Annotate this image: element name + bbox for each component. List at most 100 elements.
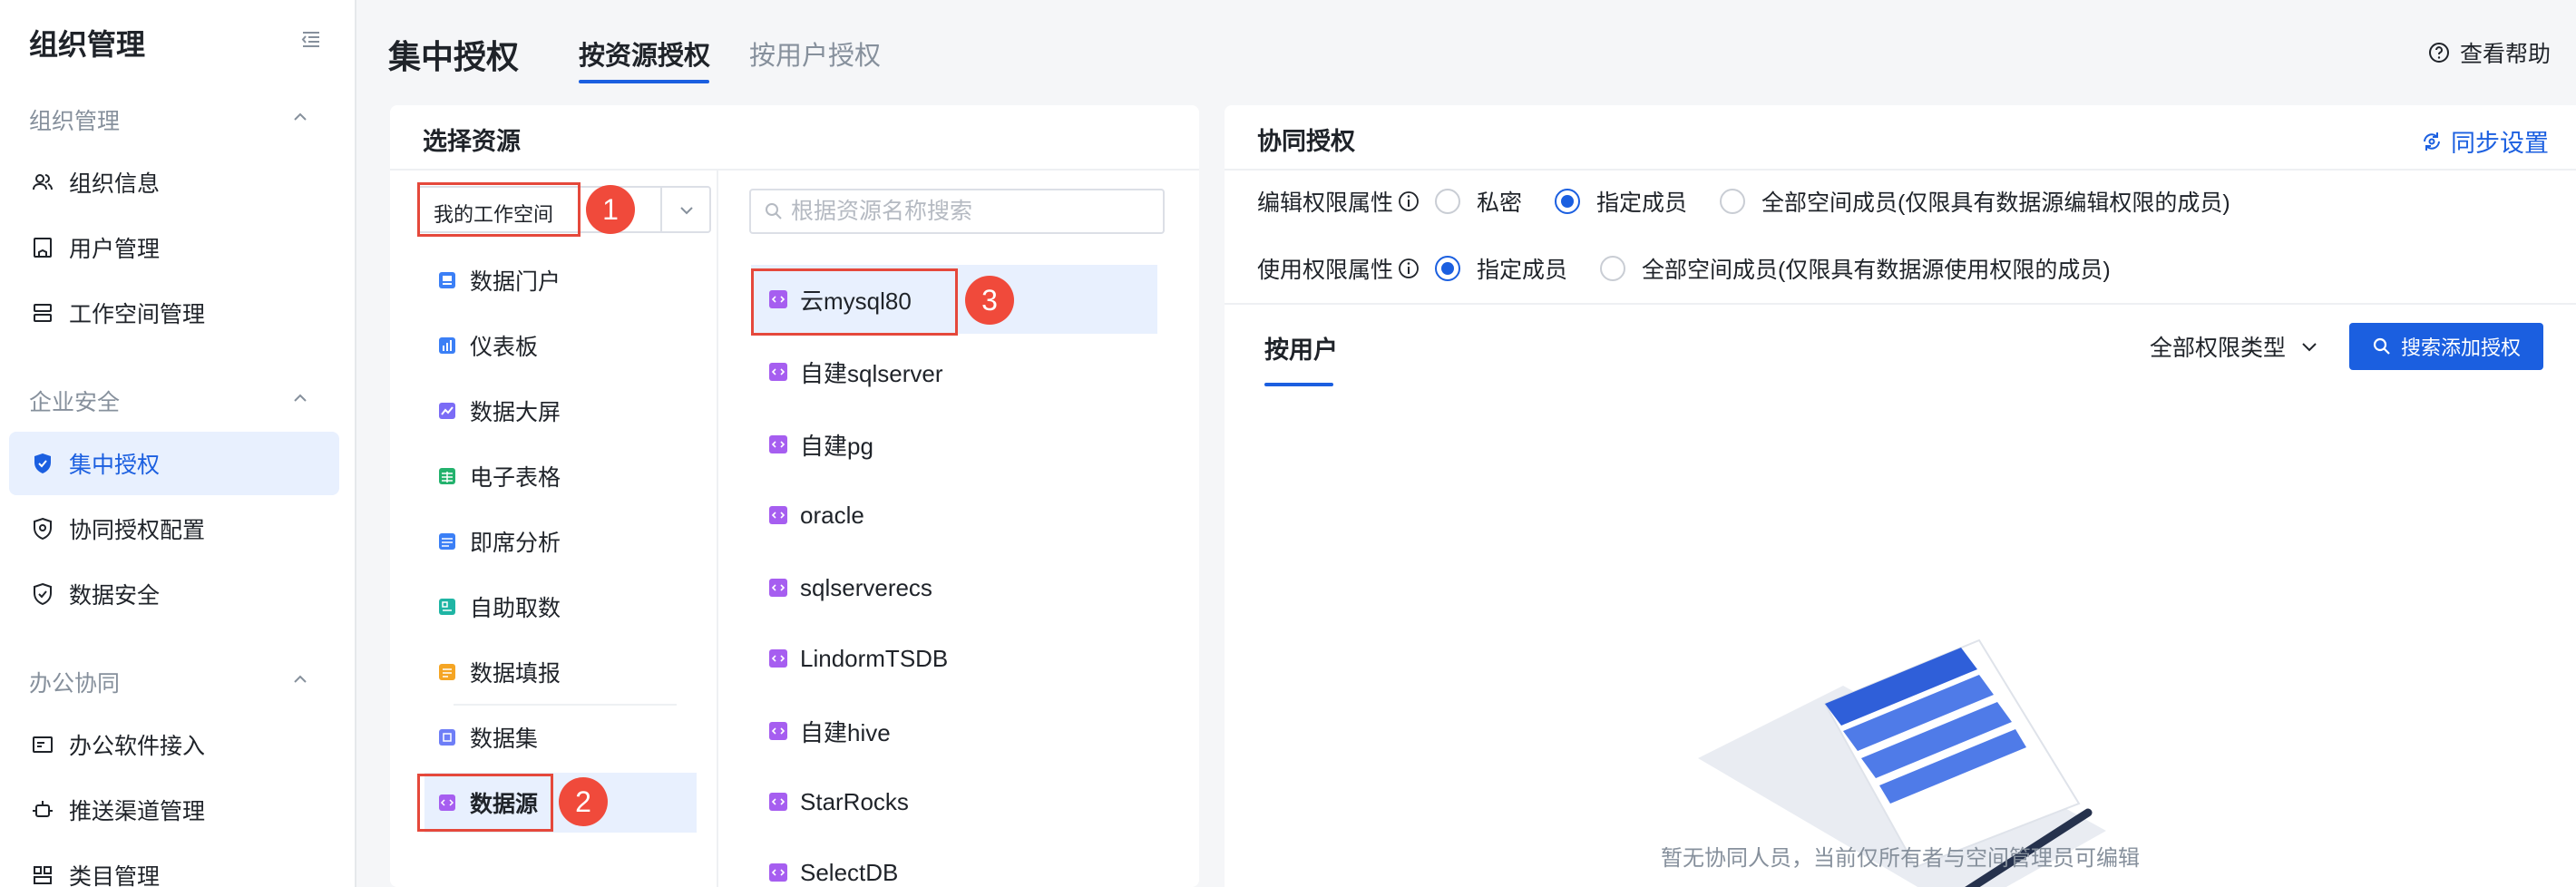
sidebar-item-collab-auth-config[interactable]: 协同授权配置 (9, 497, 339, 560)
datasource-item[interactable]: LindormTSDB (751, 624, 1157, 693)
page-title: 集中授权 (388, 38, 520, 75)
shield-icon (31, 582, 54, 606)
permission-type-select[interactable]: 全部权限类型 (2150, 330, 2320, 363)
radio-button-selected[interactable] (1435, 256, 1461, 281)
search-add-auth-button[interactable]: 搜索添加授权 (2349, 323, 2543, 370)
divider (660, 188, 662, 231)
resource-type-data-fill[interactable]: 数据填报 (424, 642, 697, 702)
datasource-label: StarRocks (800, 787, 909, 815)
resource-type-dashboard[interactable]: 仪表板 (424, 316, 697, 375)
datasource-item[interactable]: sqlserverecs (751, 553, 1157, 622)
divider (454, 704, 677, 706)
resource-panel-title: 选择资源 (423, 128, 521, 155)
push-icon (31, 798, 54, 822)
use-option-specified[interactable]: 指定成员 (1435, 252, 1567, 285)
sidebar-group-org[interactable]: 组织管理 (29, 103, 120, 136)
radio-button-selected[interactable] (1555, 189, 1581, 214)
sidebar-group-security[interactable]: 企业安全 (29, 385, 120, 417)
edit-permission-label: 编辑权限属性 (1257, 185, 1435, 218)
datasource-label: 自建pg (800, 432, 873, 460)
resource-search-input[interactable] (791, 198, 1136, 225)
sidebar-item-label: 数据安全 (69, 583, 161, 609)
use-permission-label: 使用权限属性 (1257, 252, 1435, 285)
datasource-icon (769, 793, 787, 811)
users-icon (31, 171, 54, 194)
datasource-item[interactable]: 自建hive (751, 697, 1157, 765)
info-icon[interactable] (1397, 257, 1420, 280)
sidebar-item-label: 推送渠道管理 (69, 799, 206, 824)
resource-type-self-service[interactable]: 自助取数 (424, 577, 697, 637)
sidebar-title: 组织管理 (29, 28, 146, 61)
portal-icon (439, 272, 455, 288)
radio-button[interactable] (1600, 256, 1626, 281)
datasource-item[interactable]: StarRocks (751, 767, 1157, 836)
sidebar-item-user-mgmt[interactable]: 用户管理 (9, 216, 339, 279)
sidebar-item-label: 集中授权 (69, 453, 161, 478)
resource-type-portal[interactable]: 数据门户 (424, 250, 697, 310)
chevron-up-icon[interactable] (290, 669, 310, 689)
question-circle-icon (2429, 43, 2449, 63)
datasource-item[interactable]: 自建pg (751, 410, 1157, 479)
resource-type-label: 数据集 (470, 726, 539, 752)
edit-option-private[interactable]: 私密 (1435, 185, 1522, 218)
plug-icon (31, 733, 54, 756)
shield-check-icon (31, 452, 54, 475)
datasource-icon (769, 579, 787, 597)
sidebar-item-push-channel[interactable]: 推送渠道管理 (9, 778, 339, 842)
divider (390, 169, 1199, 171)
sync-settings-link[interactable]: 同步设置 (2420, 123, 2549, 159)
sidebar-item-label: 协同授权配置 (69, 518, 206, 543)
collapse-menu-icon[interactable] (301, 29, 321, 49)
divider (717, 171, 718, 887)
tab-by-user[interactable]: 按用户授权 (749, 34, 881, 73)
sidebar-item-label: 用户管理 (69, 237, 161, 262)
datasource-item[interactable]: SelectDB (751, 838, 1157, 887)
tab-by-resource[interactable]: 按资源授权 (579, 34, 710, 73)
resource-type-label: 电子表格 (470, 465, 561, 491)
category-icon (31, 863, 54, 887)
radio-button[interactable] (1435, 189, 1461, 214)
sidebar-item-workspace-mgmt[interactable]: 工作空间管理 (9, 281, 339, 345)
tab-by-user-inner[interactable]: 按用户 (1264, 330, 1338, 366)
datasource-icon (769, 649, 787, 668)
sync-icon (2424, 132, 2440, 151)
sidebar-item-data-security[interactable]: 数据安全 (9, 562, 339, 626)
search-icon (2373, 337, 2390, 355)
datasource-label: 自建sqlserver (800, 359, 943, 387)
annotation-badge-3: 3 (965, 276, 1014, 325)
resource-type-label: 自助取数 (470, 596, 561, 621)
edit-option-specified[interactable]: 指定成员 (1555, 185, 1687, 218)
datasource-item[interactable]: 自建sqlserver (751, 337, 1157, 406)
sidebar-item-label: 类目管理 (69, 864, 161, 887)
datasource-item[interactable]: oracle (751, 481, 1157, 550)
sidebar-item-category[interactable]: 类目管理 (9, 843, 339, 887)
tab-active-indicator (1264, 383, 1333, 386)
sidebar-item-central-auth[interactable]: 集中授权 (9, 432, 339, 495)
resource-type-adhoc[interactable]: 即席分析 (424, 512, 697, 571)
search-icon (766, 203, 782, 219)
chevron-up-icon[interactable] (290, 388, 310, 408)
datasource-icon (769, 722, 787, 740)
info-icon[interactable] (1397, 190, 1420, 213)
sidebar-item-label: 工作空间管理 (69, 302, 206, 327)
chevron-up-icon[interactable] (290, 107, 310, 127)
collab-auth-title: 协同授权 (1257, 128, 1355, 155)
annotation-box-1 (417, 182, 581, 237)
help-link[interactable]: 查看帮助 (2427, 36, 2551, 69)
resource-type-big-screen[interactable]: 数据大屏 (424, 381, 697, 441)
collab-auth-panel: 协同授权 同步设置 编辑权限属性 私密 指定成员 全部空间成员(仅限具有数据源编… (1225, 105, 2576, 887)
radio-button[interactable] (1720, 189, 1746, 214)
dataset-icon (439, 729, 455, 746)
edit-option-all-members[interactable]: 全部空间成员(仅限具有数据源编辑权限的成员) (1720, 185, 2230, 218)
resource-type-label: 数据大屏 (470, 400, 561, 425)
sidebar-item-org-info[interactable]: 组织信息 (9, 151, 339, 214)
sidebar-item-office-software[interactable]: 办公软件接入 (9, 713, 339, 776)
sidebar: 组织管理 组织管理 组织信息 用户管理 工作空间管理 企业安全 集中授权 协同授… (0, 0, 356, 887)
resource-search[interactable] (749, 189, 1165, 234)
resource-type-dataset[interactable]: 数据集 (424, 707, 697, 767)
use-option-all-members[interactable]: 全部空间成员(仅限具有数据源使用权限的成员) (1600, 252, 2111, 285)
resource-type-spreadsheet[interactable]: 电子表格 (424, 446, 697, 506)
sidebar-group-office[interactable]: 办公协同 (29, 666, 120, 698)
datasource-icon (769, 435, 787, 453)
resource-type-label: 数据填报 (470, 661, 561, 687)
